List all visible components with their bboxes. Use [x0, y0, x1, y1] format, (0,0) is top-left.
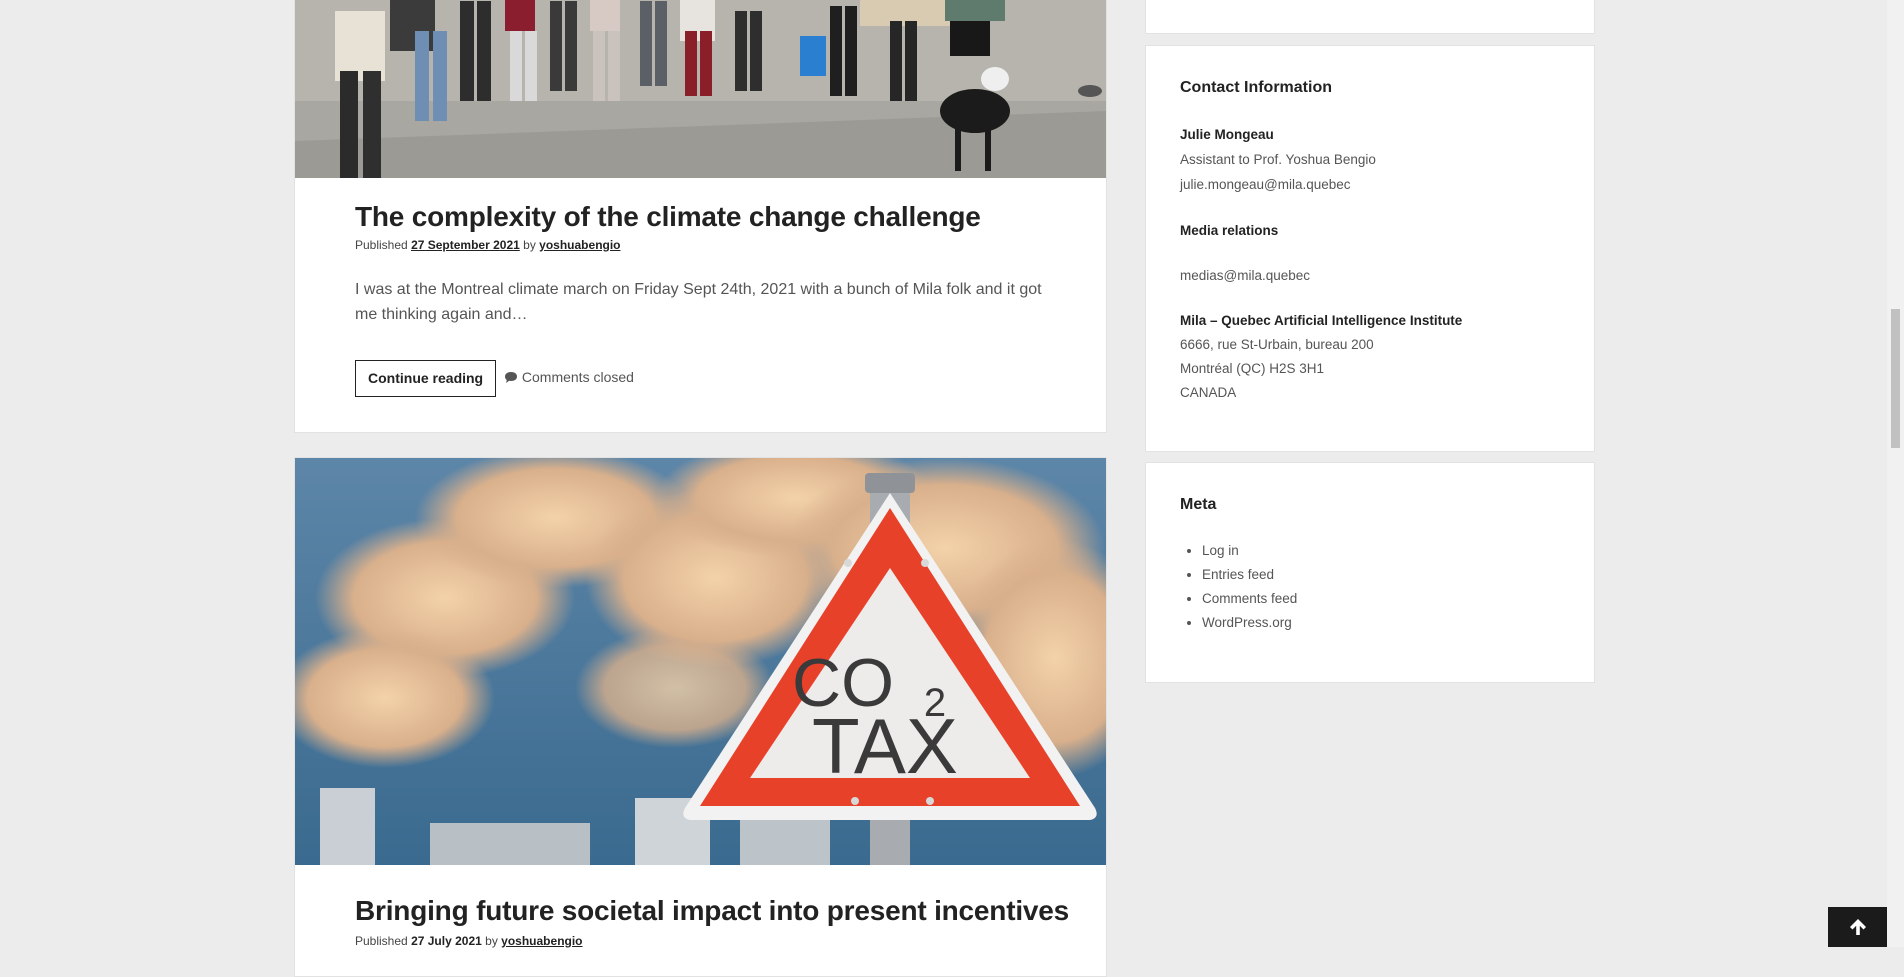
by-label: by	[485, 934, 498, 948]
post-featured-image-co2-tax[interactable]: CO 2 TAX	[295, 458, 1106, 865]
post-title[interactable]: Bringing future societal impact into pre…	[355, 895, 1069, 927]
address-line-3: CANADA	[1180, 385, 1237, 400]
post-date-link[interactable]: 27 September 2021	[411, 238, 520, 252]
meta-link-entries-feed[interactable]: Entries feed	[1202, 563, 1297, 587]
comments-closed-label: Comments closed	[521, 369, 634, 385]
continue-reading-button[interactable]: Continue reading	[355, 360, 497, 397]
meta-widget: Meta Log in Entries feed Comments feed W…	[1145, 462, 1595, 683]
org-name: Mila – Quebec Artificial Intelligence In…	[1180, 313, 1463, 328]
post-date-link[interactable]: 27 July 2021	[411, 934, 482, 948]
published-label: Published	[355, 238, 408, 252]
meta-link-log-in[interactable]: Log in	[1202, 539, 1297, 563]
sidebar-widget-previous	[1145, 0, 1595, 34]
co2-tax-sign-photo: CO 2 TAX	[295, 458, 1106, 865]
comment-icon	[505, 372, 517, 383]
media-email[interactable]: medias@mila.quebec	[1180, 268, 1310, 283]
post-excerpt: I was at the Montreal climate march on F…	[355, 281, 1042, 323]
post-author-link[interactable]: yoshuabengio	[501, 934, 582, 948]
post-card: The complexity of the climate change cha…	[294, 0, 1107, 433]
post-author-link[interactable]: yoshuabengio	[539, 238, 620, 252]
contact-name: Julie Mongeau	[1180, 127, 1274, 142]
media-relations-heading: Media relations	[1180, 223, 1279, 238]
post-meta: Published 27 July 2021 by yoshuabengio	[355, 934, 583, 948]
widget-title: Contact Information	[1180, 79, 1332, 96]
post-meta: Published 27 September 2021 by yoshuaben…	[355, 238, 621, 252]
meta-link-comments-feed[interactable]: Comments feed	[1202, 587, 1297, 611]
scrollbar-thumb[interactable]	[1891, 309, 1900, 448]
page-scrollbar[interactable]	[1887, 0, 1904, 947]
address-line-2: Montréal (QC) H2S 3H1	[1180, 361, 1325, 376]
widget-title: Meta	[1180, 496, 1217, 513]
published-label: Published	[355, 934, 408, 948]
contact-information-widget: Contact Information Julie Mongeau Assist…	[1145, 45, 1595, 452]
post-featured-image-climate-march[interactable]	[295, 0, 1106, 178]
meta-links-list: Log in Entries feed Comments feed WordPr…	[1180, 539, 1297, 635]
climate-march-photo	[295, 0, 1106, 178]
sign-text-tax: TAX	[812, 702, 958, 790]
post-card: CO 2 TAX Bringing future societal impact…	[294, 457, 1107, 977]
arrow-up-icon	[1849, 919, 1866, 935]
by-label: by	[523, 238, 536, 252]
contact-email[interactable]: julie.mongeau@mila.quebec	[1180, 177, 1351, 192]
post-title[interactable]: The complexity of the climate change cha…	[355, 201, 981, 233]
comments-status: Comments closed	[504, 369, 634, 385]
meta-link-wordpress-org[interactable]: WordPress.org	[1202, 611, 1297, 635]
contact-role: Assistant to Prof. Yoshua Bengio	[1180, 152, 1376, 167]
address-line-1: 6666, rue St-Urbain, bureau 200	[1180, 337, 1374, 352]
back-to-top-button[interactable]	[1828, 907, 1887, 947]
